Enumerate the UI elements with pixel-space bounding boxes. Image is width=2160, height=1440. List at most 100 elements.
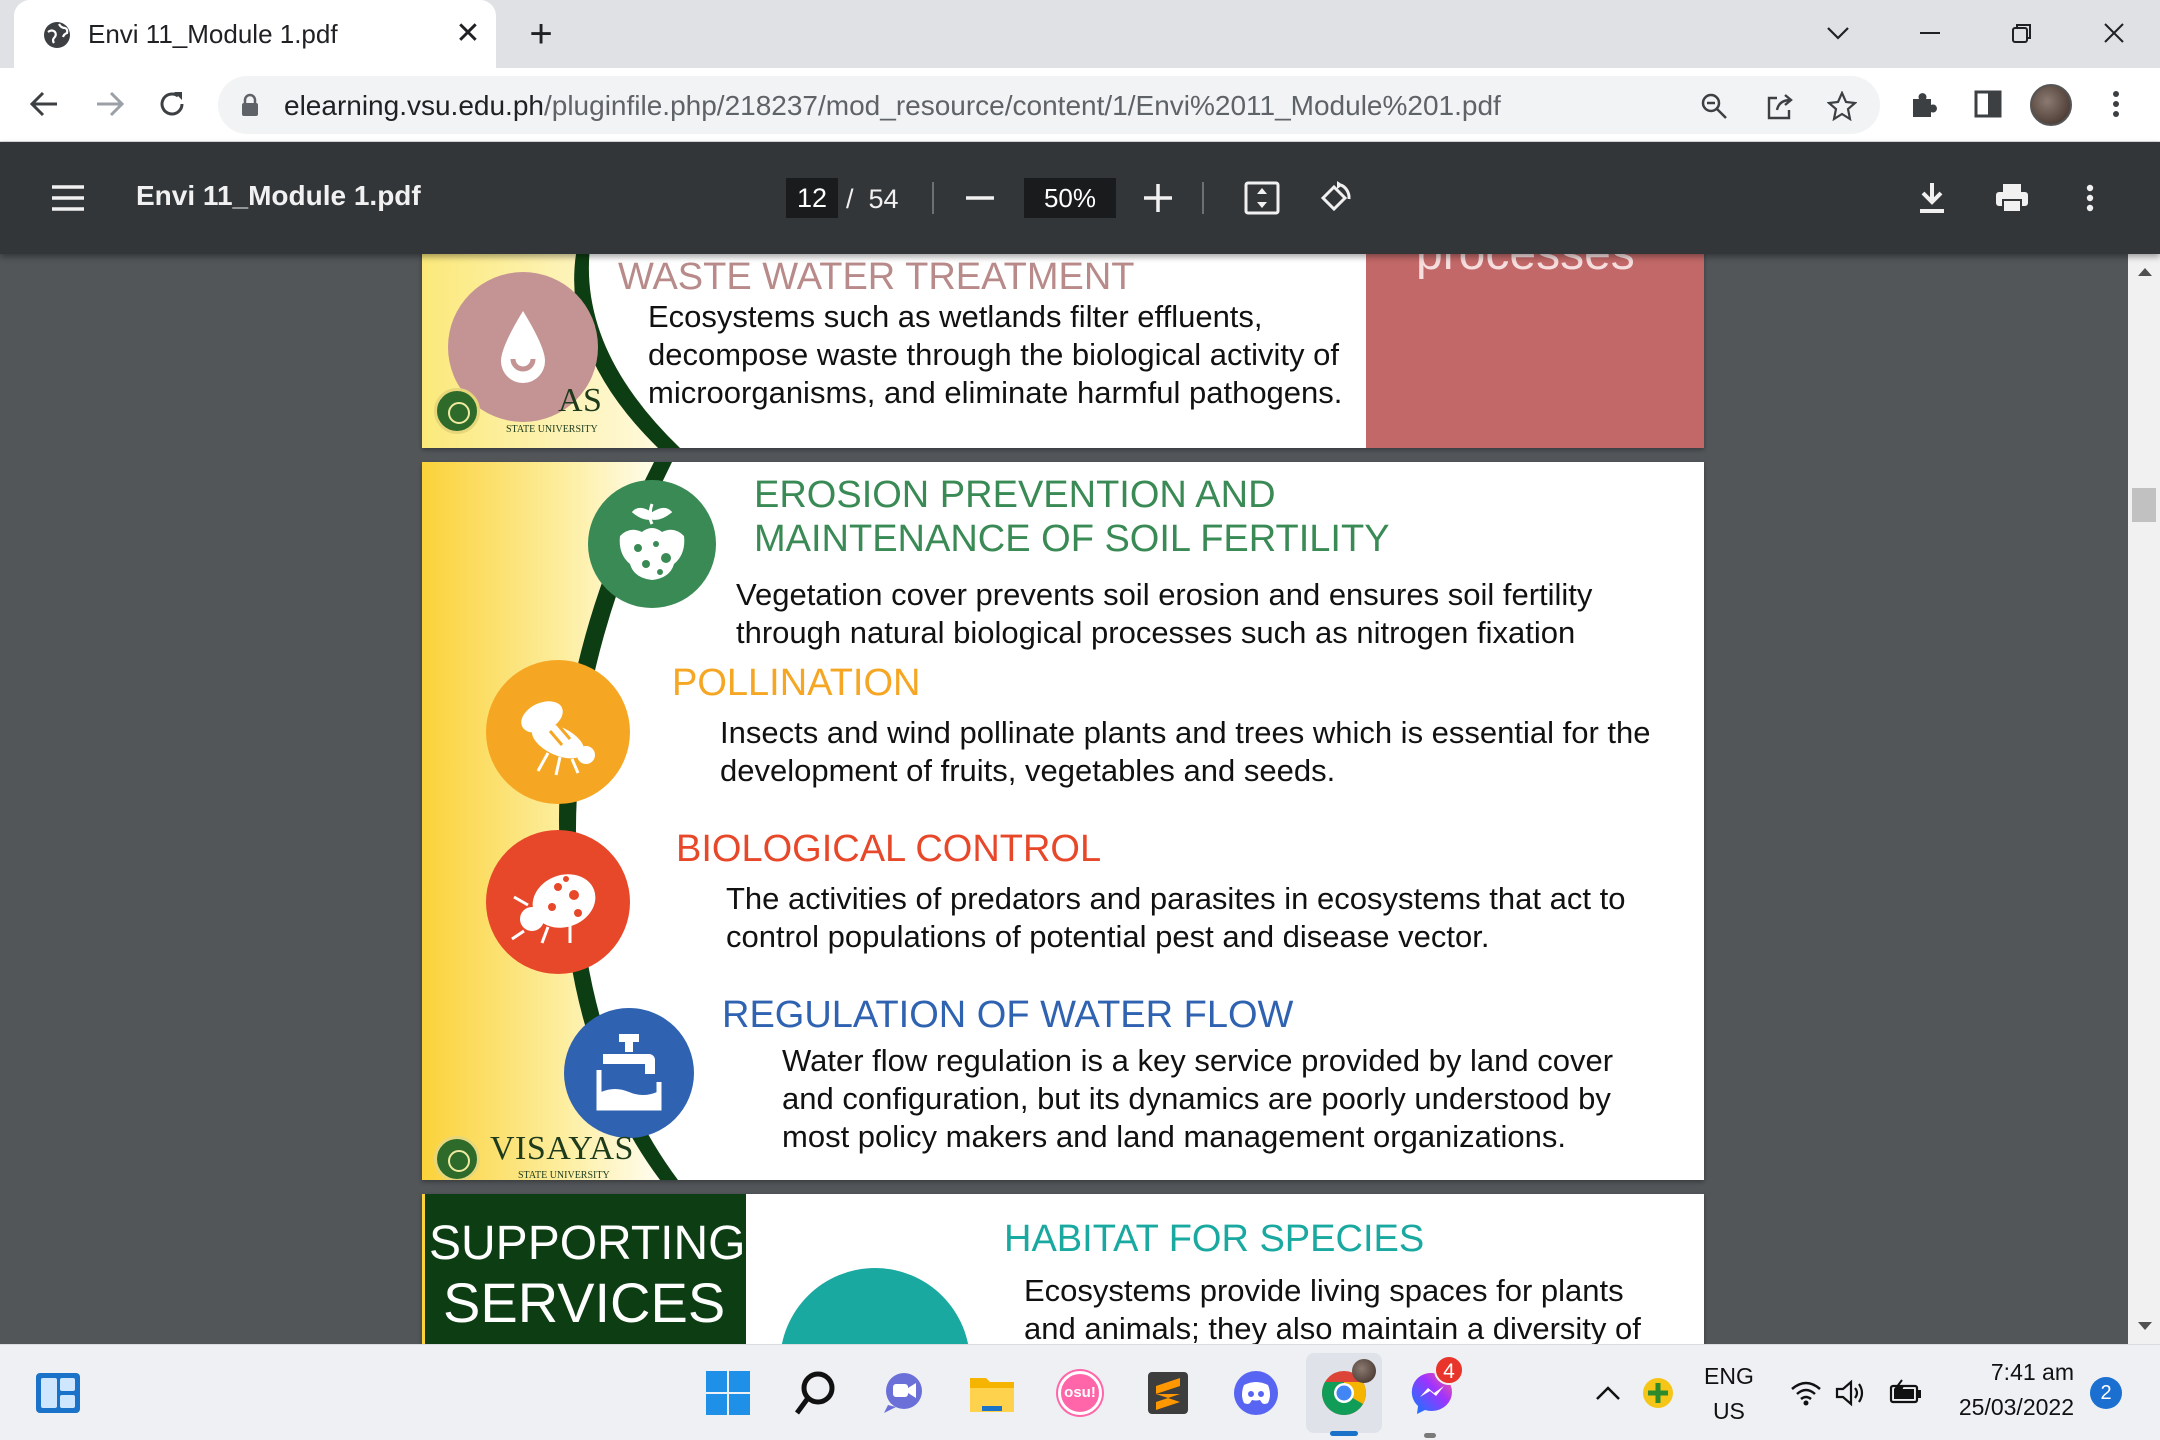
total-pages: 54 (868, 184, 899, 214)
star-icon[interactable] (1824, 88, 1860, 124)
reload-icon[interactable] (150, 82, 194, 126)
plus-icon[interactable]: + (520, 14, 562, 56)
scroll-thumb[interactable] (2132, 488, 2156, 522)
widgets-icon[interactable] (30, 1365, 86, 1421)
back-icon[interactable] (22, 82, 66, 126)
scroll-down-icon[interactable] (2138, 1322, 2152, 1330)
tab-title: Envi 11_Module 1.pdf (88, 19, 338, 49)
pollination-line-1: Insects and wind pollinate plants and tr… (720, 715, 1651, 750)
chrome-profile-avatar (1352, 1359, 1376, 1383)
page-count: / 54 (846, 184, 899, 215)
pdf-page: AS STATE UNIVERSITY WASTE WATER TREATMEN… (422, 254, 1704, 448)
water-drop-icon (501, 311, 545, 383)
habitat-line-2: and animals; they also maintain a divers… (1024, 1311, 1641, 1344)
toolbar-divider (932, 182, 934, 214)
vsu-logo-sub: STATE UNIVERSITY (518, 1170, 610, 1180)
restore-icon[interactable] (1994, 10, 2050, 56)
bio-control-heading: BIOLOGICAL CONTROL (676, 828, 1102, 870)
close-window-icon[interactable] (2086, 10, 2142, 56)
print-icon[interactable] (1990, 176, 2034, 220)
chevron-up-icon[interactable] (1588, 1365, 1628, 1421)
file-explorer-icon[interactable] (964, 1365, 1020, 1421)
osu-label: osu! (1058, 1371, 1102, 1415)
page-number-input[interactable]: 12 (786, 178, 838, 218)
waste-line-3: microorganisms, and eliminate harmful pa… (648, 375, 1343, 410)
close-icon[interactable]: ✕ (450, 16, 486, 52)
tab-strip: Envi 11_Module 1.pdf ✕ + (0, 0, 2160, 68)
teams-chat-icon[interactable] (876, 1365, 932, 1421)
pdf-viewer[interactable]: AS STATE UNIVERSITY WASTE WATER TREATMEN… (0, 254, 2160, 1344)
lock-icon (242, 93, 258, 116)
clock-date: 25/03/2022 (1958, 1394, 2074, 1420)
zoom-in-icon[interactable] (1136, 176, 1180, 220)
vsu-seal (434, 1136, 480, 1180)
fit-page-icon[interactable] (1240, 176, 1284, 220)
rose-panel: processes (1366, 254, 1704, 448)
scrollbar[interactable] (2128, 254, 2160, 1344)
running-app-indicator (1424, 1433, 1436, 1438)
bee-icon (521, 701, 595, 776)
messenger-icon[interactable]: 4 (1404, 1355, 1464, 1421)
battery-icon[interactable] (1884, 1365, 1928, 1421)
sublime-text-icon[interactable] (1140, 1365, 1196, 1421)
url-host: elearning.vsu.edu.ph (284, 90, 544, 121)
search-icon[interactable] (788, 1365, 844, 1421)
globe-icon (44, 22, 70, 48)
soil-icon (619, 503, 685, 580)
extensions-icon[interactable] (1902, 82, 1946, 126)
osu-app-icon[interactable]: osu! (1052, 1365, 1108, 1421)
zoom-input[interactable]: 50% (1024, 178, 1116, 218)
chevron-down-icon[interactable] (1810, 10, 1866, 56)
erosion-heading-2: MAINTENANCE OF SOIL FERTILITY (754, 518, 1390, 560)
clock[interactable]: 7:41 am 25/03/2022 (1948, 1359, 2074, 1421)
menu-icon[interactable] (48, 178, 88, 218)
address-bar[interactable]: elearning.vsu.edu.ph/pluginfile.php/2182… (218, 76, 1880, 134)
water-flow-line-2: and configuration, but its dynamics are … (782, 1081, 1611, 1116)
pollination-circle (486, 660, 630, 804)
messenger-badge: 4 (1434, 1355, 1464, 1385)
waste-heading: WASTE WATER TREATMENT (618, 256, 1135, 298)
pdf-page: VISAYAS STATE UNIVERSITY EROSION PREVENT… (422, 462, 1704, 1180)
tab-active[interactable]: Envi 11_Module 1.pdf ✕ (14, 0, 496, 68)
chrome-icon[interactable] (1316, 1359, 1376, 1421)
tray-app-icon[interactable] (1636, 1365, 1680, 1421)
forward-icon[interactable] (88, 82, 132, 126)
vsu-logo-partial: AS (558, 382, 603, 419)
language-indicator[interactable]: ENG US (1704, 1363, 1754, 1425)
url-text: elearning.vsu.edu.ph/pluginfile.php/2182… (284, 90, 1501, 122)
vsu-logo: AS STATE UNIVERSITY (434, 382, 604, 435)
zoom-out-icon[interactable] (958, 178, 1002, 218)
waste-line-2: decompose waste through the biological a… (648, 337, 1340, 372)
pollination-line-2: development of fruits, vegetables and se… (720, 753, 1336, 788)
rotate-icon[interactable] (1312, 176, 1356, 220)
discord-icon[interactable] (1228, 1365, 1284, 1421)
habitat-heading: HABITAT FOR SPECIES (1004, 1218, 1425, 1260)
vsu-logo-name: VISAYAS (490, 1130, 634, 1167)
side-panel-icon[interactable] (1966, 82, 2010, 126)
bio-control-line-2: control populations of potential pest an… (726, 919, 1490, 954)
erosion-circle (588, 480, 716, 608)
page-separator: / (846, 184, 854, 214)
services-label: SERVICES (443, 1271, 726, 1334)
vsu-logo: VISAYAS STATE UNIVERSITY (434, 1130, 634, 1180)
minimize-icon[interactable] (1902, 10, 1958, 56)
volume-icon[interactable] (1830, 1365, 1870, 1421)
scroll-up-icon[interactable] (2138, 268, 2152, 276)
water-flow-line-3: most policy makers and land management o… (782, 1119, 1567, 1154)
more-options-icon[interactable] (2068, 176, 2112, 220)
url-path: /pluginfile.php/218237/mod_resource/cont… (543, 90, 1501, 121)
notification-badge[interactable]: 2 (2090, 1377, 2122, 1409)
download-icon[interactable] (1910, 176, 1954, 220)
processes-fragment: processes (1416, 254, 1635, 281)
faucet-icon (596, 1034, 662, 1111)
avatar[interactable] (2030, 84, 2072, 126)
toolbar-divider (1202, 182, 1204, 214)
active-app-indicator (1330, 1431, 1358, 1436)
ladybug-icon (511, 874, 596, 944)
more-icon[interactable] (2094, 82, 2138, 126)
zoom-icon[interactable] (1696, 88, 1732, 124)
windows-start-icon[interactable] (700, 1365, 756, 1421)
share-icon[interactable] (1762, 88, 1798, 124)
water-flow-heading: REGULATION OF WATER FLOW (722, 994, 1294, 1036)
wifi-icon[interactable] (1786, 1365, 1826, 1421)
